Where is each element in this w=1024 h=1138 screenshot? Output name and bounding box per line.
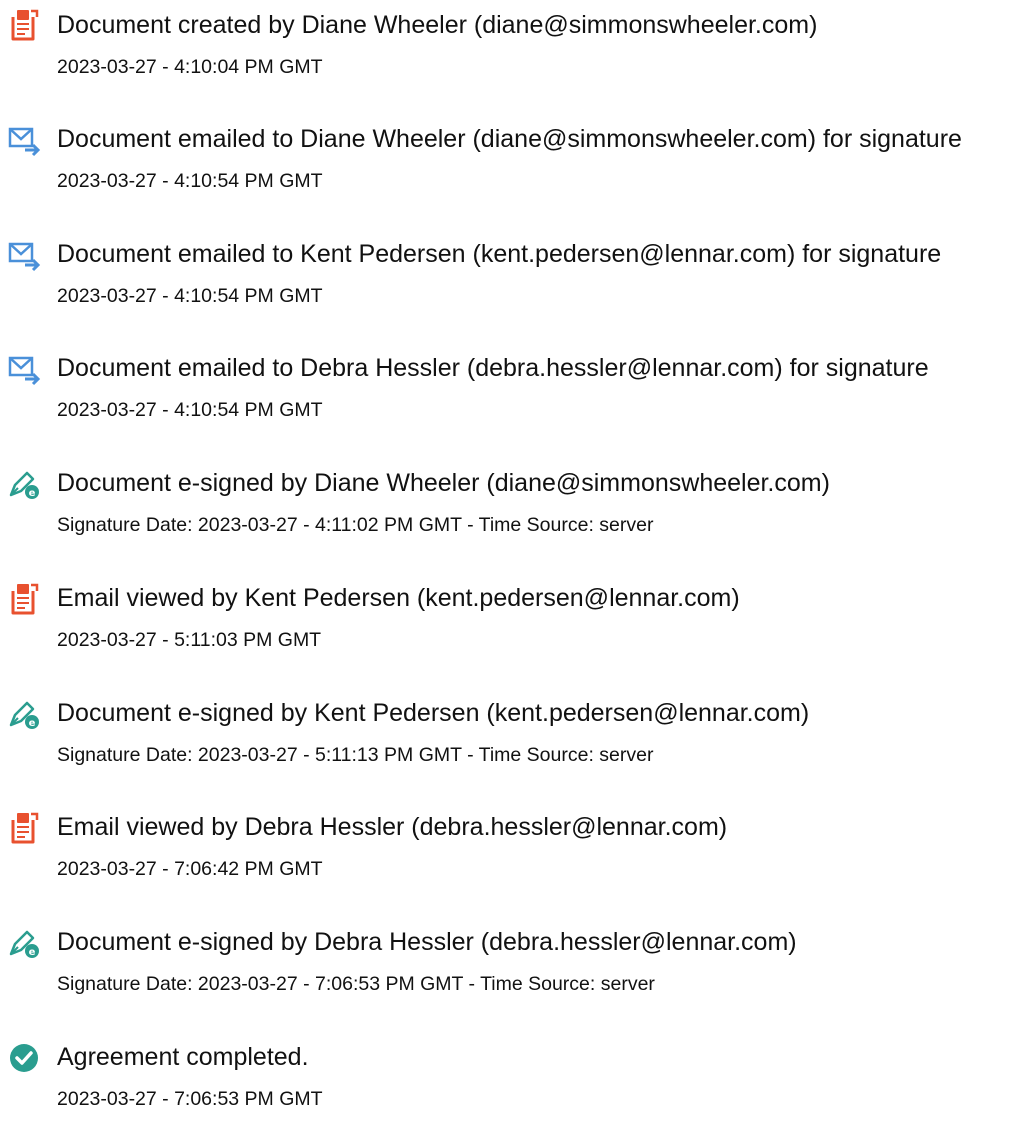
audit-event: e Document e-signed by Debra Hessler (de… xyxy=(0,923,1024,1023)
event-description: Agreement completed. xyxy=(57,1043,309,1071)
signature-detail: Signature Date: 2023-03-27 - 5:11:13 PM … xyxy=(57,744,654,766)
svg-text:e: e xyxy=(29,718,36,729)
event-timestamp: 2023-03-27 - 4:10:54 PM GMT xyxy=(57,399,323,421)
audit-event: Document emailed to Kent Pedersen (kent.… xyxy=(0,235,1024,335)
audit-event: e Document e-signed by Kent Pedersen (ke… xyxy=(0,694,1024,794)
document-viewed-icon xyxy=(7,582,41,616)
event-timestamp: 2023-03-27 - 7:06:53 PM GMT xyxy=(57,1088,323,1110)
signature-detail: Signature Date: 2023-03-27 - 4:11:02 PM … xyxy=(57,514,654,536)
event-description: Document emailed to Debra Hessler (debra… xyxy=(57,354,929,382)
event-timestamp: 2023-03-27 - 4:10:04 PM GMT xyxy=(57,56,323,78)
event-timestamp: 2023-03-27 - 4:10:54 PM GMT xyxy=(57,170,323,192)
event-timestamp: 2023-03-27 - 5:11:03 PM GMT xyxy=(57,629,322,651)
document-created-icon xyxy=(7,8,41,42)
email-sent-icon xyxy=(7,352,41,386)
audit-event: Email viewed by Kent Pedersen (kent.pede… xyxy=(0,579,1024,679)
email-sent-icon xyxy=(7,238,41,272)
audit-event: e Document e-signed by Diane Wheeler (di… xyxy=(0,464,1024,564)
event-description: Document e-signed by Kent Pedersen (kent… xyxy=(57,699,810,727)
audit-event: Email viewed by Debra Hessler (debra.hes… xyxy=(0,808,1024,908)
audit-event: Document emailed to Debra Hessler (debra… xyxy=(0,349,1024,449)
audit-event: Document created by Diane Wheeler (diane… xyxy=(0,5,1024,105)
event-description: Document emailed to Diane Wheeler (diane… xyxy=(57,125,962,153)
signature-detail: Signature Date: 2023-03-27 - 7:06:53 PM … xyxy=(57,973,655,995)
document-viewed-icon xyxy=(7,811,41,845)
svg-text:e: e xyxy=(29,947,36,958)
event-timestamp: 2023-03-27 - 4:10:54 PM GMT xyxy=(57,285,323,307)
event-timestamp: 2023-03-27 - 7:06:42 PM GMT xyxy=(57,858,323,880)
event-description: Document emailed to Kent Pedersen (kent.… xyxy=(57,240,942,268)
event-description: Email viewed by Kent Pedersen (kent.pede… xyxy=(57,584,740,612)
completed-check-icon xyxy=(7,1041,41,1075)
e-signature-icon: e xyxy=(7,926,41,960)
e-signature-icon: e xyxy=(7,467,41,501)
email-sent-icon xyxy=(7,123,41,157)
audit-event: Agreement completed. 2023-03-27 - 7:06:5… xyxy=(0,1038,1024,1138)
event-description: Document e-signed by Debra Hessler (debr… xyxy=(57,928,797,956)
audit-event: Document emailed to Diane Wheeler (diane… xyxy=(0,120,1024,220)
event-description: Document created by Diane Wheeler (diane… xyxy=(57,11,818,39)
event-description: Email viewed by Debra Hessler (debra.hes… xyxy=(57,813,728,841)
event-description: Document e-signed by Diane Wheeler (dian… xyxy=(57,469,830,497)
e-signature-icon: e xyxy=(7,697,41,731)
audit-event-list: Document created by Diane Wheeler (diane… xyxy=(0,0,1024,1110)
svg-text:e: e xyxy=(29,488,36,499)
